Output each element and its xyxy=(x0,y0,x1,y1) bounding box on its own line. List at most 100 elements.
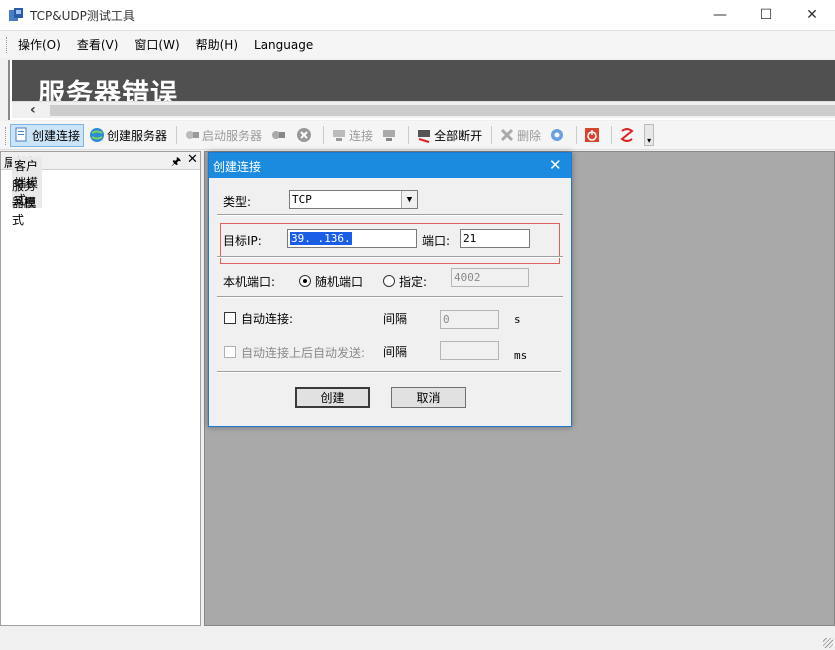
property-panel: 属性栏 🖈 ✕ 客户端模式 服务器模式 xyxy=(0,151,201,626)
status-bar xyxy=(0,628,835,650)
disconnect-button[interactable] xyxy=(378,124,402,147)
disconnect-all-icon xyxy=(418,130,431,143)
specify-port-label[interactable]: 指定: xyxy=(399,273,427,290)
toolbar-overflow-button[interactable]: ▾ xyxy=(644,124,655,146)
toolbar-separator xyxy=(611,126,613,144)
toolbar-separator xyxy=(323,126,325,144)
globe-icon xyxy=(90,128,105,142)
close-window-button[interactable]: ✕ xyxy=(789,0,835,30)
power-button[interactable] xyxy=(581,124,605,147)
specify-port-input[interactable]: 4002 xyxy=(451,268,529,287)
interval-label: 间隔 xyxy=(383,312,408,326)
settings-button[interactable] xyxy=(546,124,570,147)
connect-button[interactable]: 连接 xyxy=(328,124,376,147)
scroll-left-icon[interactable]: ‹ xyxy=(30,102,36,118)
window-title: TCP&UDP测试工具 xyxy=(30,9,135,23)
target-ip-input[interactable]: 39. .136. xyxy=(287,229,417,248)
start-server-label: 启动服务器 xyxy=(202,128,263,143)
menu-help[interactable]: 帮助(H) xyxy=(196,36,238,53)
toolbar: 创建连接 创建服务器 启动服务器 连接 全部断开 删除 ▾ xyxy=(0,121,835,150)
port-input[interactable]: 21 xyxy=(460,229,530,248)
cancel-button[interactable]: 取消 xyxy=(391,387,466,408)
port-value: 21 xyxy=(463,232,477,245)
menu-operate[interactable]: 操作(O) xyxy=(18,36,61,53)
dialog-title: 创建连接 xyxy=(213,160,262,174)
auto-connect-checkbox[interactable] xyxy=(224,312,236,324)
toolbar-grip xyxy=(5,127,8,145)
toolbar-separator xyxy=(491,126,493,144)
connect-icon xyxy=(333,130,346,141)
interval-input[interactable]: 0 xyxy=(440,310,499,329)
create-server-label: 创建服务器 xyxy=(107,128,168,143)
dialog-titlebar: 创建连接 ✕ xyxy=(209,153,571,178)
auto-send-label[interactable]: 自动连接上后自动发送: xyxy=(241,344,365,361)
menu-grip xyxy=(6,37,9,53)
disconnect-all-button[interactable]: 全部断开 xyxy=(413,124,485,147)
toolbar-separator xyxy=(576,126,578,144)
delete-button[interactable]: 删除 xyxy=(496,124,544,147)
interval-unit: s xyxy=(514,313,521,326)
local-port-label: 本机端口: xyxy=(223,275,276,289)
create-button[interactable]: 创建 xyxy=(295,387,370,408)
interval-label: 间隔 xyxy=(383,345,408,359)
menu-language[interactable]: Language xyxy=(254,38,313,52)
connect-label: 连接 xyxy=(349,128,374,143)
type-label: 类型: xyxy=(223,195,252,209)
power-icon xyxy=(585,128,600,142)
panel-close-icon[interactable]: ✕ xyxy=(187,152,198,167)
app-icon xyxy=(9,8,23,21)
specify-port-value: 4002 xyxy=(454,271,481,284)
window-titlebar: TCP&UDP测试工具 — ☐ ✕ xyxy=(0,0,835,31)
port-label: 端口: xyxy=(422,234,451,248)
divider xyxy=(217,371,561,373)
toolbar-separator xyxy=(176,126,178,144)
gear-icon xyxy=(551,129,564,141)
exit-icon xyxy=(620,128,634,142)
random-port-radio[interactable] xyxy=(299,275,311,287)
new-connection-icon xyxy=(15,127,27,142)
disconnect-icon xyxy=(383,130,396,141)
tree-item-label: 服务器模式 xyxy=(12,178,37,227)
stop-server-icon xyxy=(272,131,286,139)
disconnect-all-label: 全部断开 xyxy=(434,128,483,143)
auto-connect-label[interactable]: 自动连接: xyxy=(241,310,293,327)
close-server-button[interactable] xyxy=(293,124,317,147)
create-server-button[interactable]: 创建服务器 xyxy=(86,124,170,147)
banner-scrollbar[interactable]: ‹ xyxy=(12,101,835,118)
chevron-down-icon[interactable]: ▼ xyxy=(401,191,417,208)
send-interval-unit: ms xyxy=(514,349,528,362)
exit-button[interactable] xyxy=(616,124,640,147)
menu-bar: 操作(O) 查看(V) 窗口(W) 帮助(H) Language xyxy=(0,31,835,58)
target-ip-value: 39. .136. xyxy=(290,232,352,245)
target-ip-label: 目标IP: xyxy=(223,234,262,248)
maximize-button[interactable]: ☐ xyxy=(743,0,789,30)
delete-label: 删除 xyxy=(517,128,542,143)
tree-item-server-mode[interactable]: 服务器模式 xyxy=(12,179,42,227)
banner-text: 服务器错误 xyxy=(38,79,178,101)
stop-server-button[interactable] xyxy=(267,124,291,147)
random-port-label[interactable]: 随机端口 xyxy=(315,273,363,290)
start-server-button[interactable]: 启动服务器 xyxy=(181,124,265,147)
create-connection-dialog: 创建连接 ✕ 类型: TCP ▼ 目标IP: 39. .136. 端口: 21 … xyxy=(208,152,572,427)
dialog-close-button[interactable]: ✕ xyxy=(549,156,562,174)
scroll-thumb[interactable] xyxy=(50,105,835,116)
minimize-button[interactable]: — xyxy=(697,0,743,30)
divider xyxy=(217,256,563,258)
start-server-icon xyxy=(186,131,200,139)
menu-window[interactable]: 窗口(W) xyxy=(134,36,179,53)
create-connection-label: 创建连接 xyxy=(32,128,81,143)
divider xyxy=(217,214,563,216)
type-select[interactable]: TCP ▼ xyxy=(289,190,418,209)
menu-view[interactable]: 查看(V) xyxy=(77,36,119,53)
delete-x-icon xyxy=(501,128,514,142)
banner-panel: 服务器错误 ‹ xyxy=(8,60,835,120)
resize-grip[interactable] xyxy=(823,638,833,648)
close-circle-icon xyxy=(297,128,312,142)
specify-port-radio[interactable] xyxy=(383,275,395,287)
pin-icon[interactable]: 🖈 xyxy=(171,153,181,172)
send-interval-input[interactable] xyxy=(440,341,499,360)
toolbar-separator xyxy=(408,126,410,144)
divider xyxy=(217,296,563,298)
auto-send-checkbox[interactable] xyxy=(224,346,236,358)
create-connection-button[interactable]: 创建连接 xyxy=(10,123,85,147)
